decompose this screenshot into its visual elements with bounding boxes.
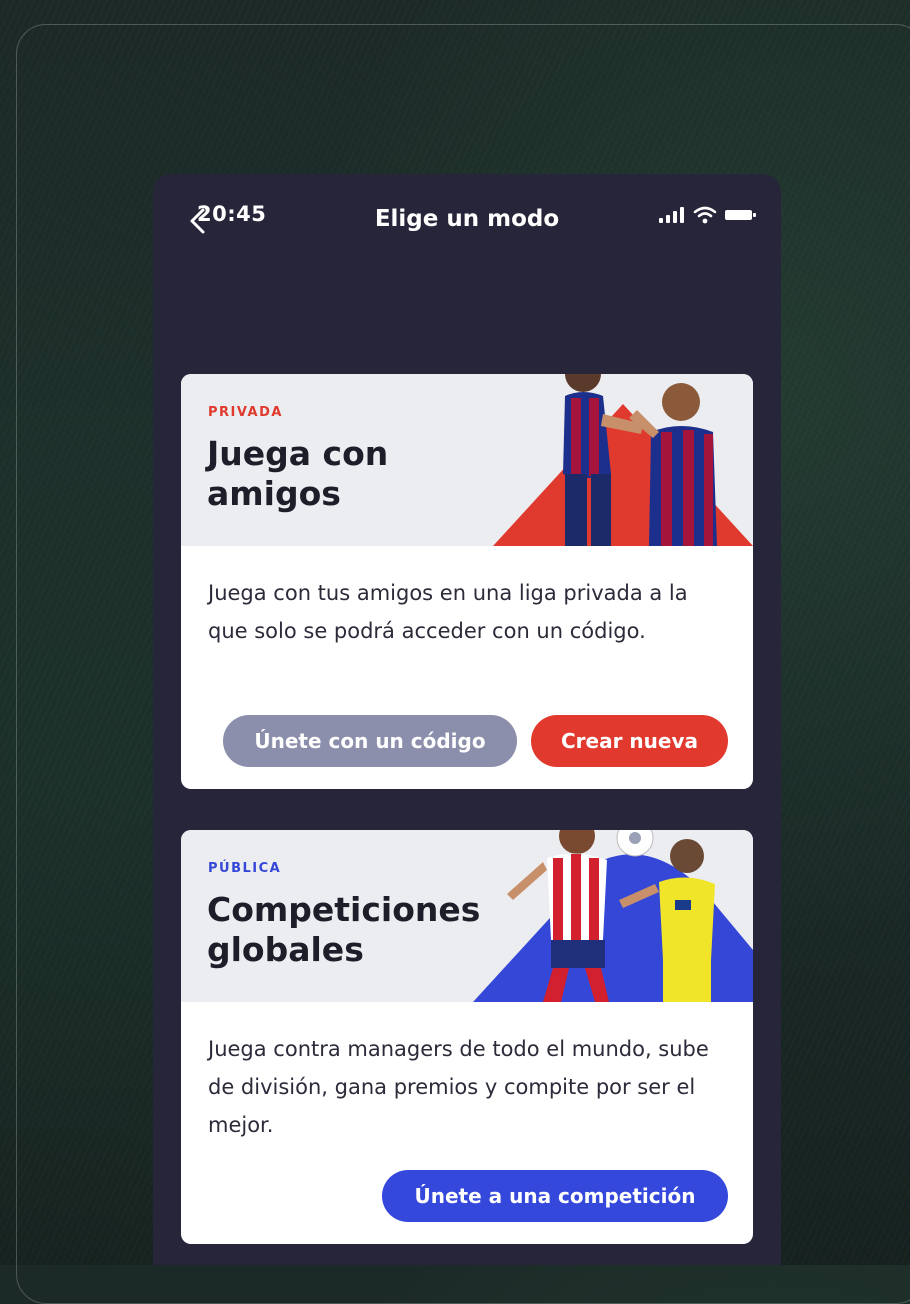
battery-icon	[725, 210, 756, 220]
status-bar: 20:45 Elige un modo	[153, 174, 781, 264]
wifi-icon	[693, 206, 717, 224]
card-tag: PÚBLICA	[208, 861, 282, 876]
card-description: Juega contra managers de todo el mundo, …	[208, 1037, 709, 1137]
players-illustration	[473, 830, 753, 1002]
mode-card-private[interactable]: PRIVADA Juega con amigos Juega con tus a…	[181, 374, 753, 789]
cellular-signal-icon	[659, 207, 684, 223]
card-header: PÚBLICA Competiciones globales	[181, 830, 753, 1002]
card-description: Juega con tus amigos en una liga privada…	[208, 581, 688, 643]
phone-screen: 20:45 Elige un modo PRIVADA Juega con am…	[153, 174, 781, 1265]
players-illustration	[493, 374, 753, 546]
create-new-button[interactable]: Crear nueva	[531, 715, 728, 767]
status-icons	[659, 206, 757, 224]
join-competition-button[interactable]: Únete a una competición	[382, 1170, 728, 1222]
card-tag: PRIVADA	[208, 405, 283, 420]
card-header: PRIVADA Juega con amigos	[181, 374, 753, 546]
mode-card-public[interactable]: PÚBLICA Competiciones globales Juega con…	[181, 830, 753, 1244]
join-with-code-button[interactable]: Únete con un código	[223, 715, 517, 767]
